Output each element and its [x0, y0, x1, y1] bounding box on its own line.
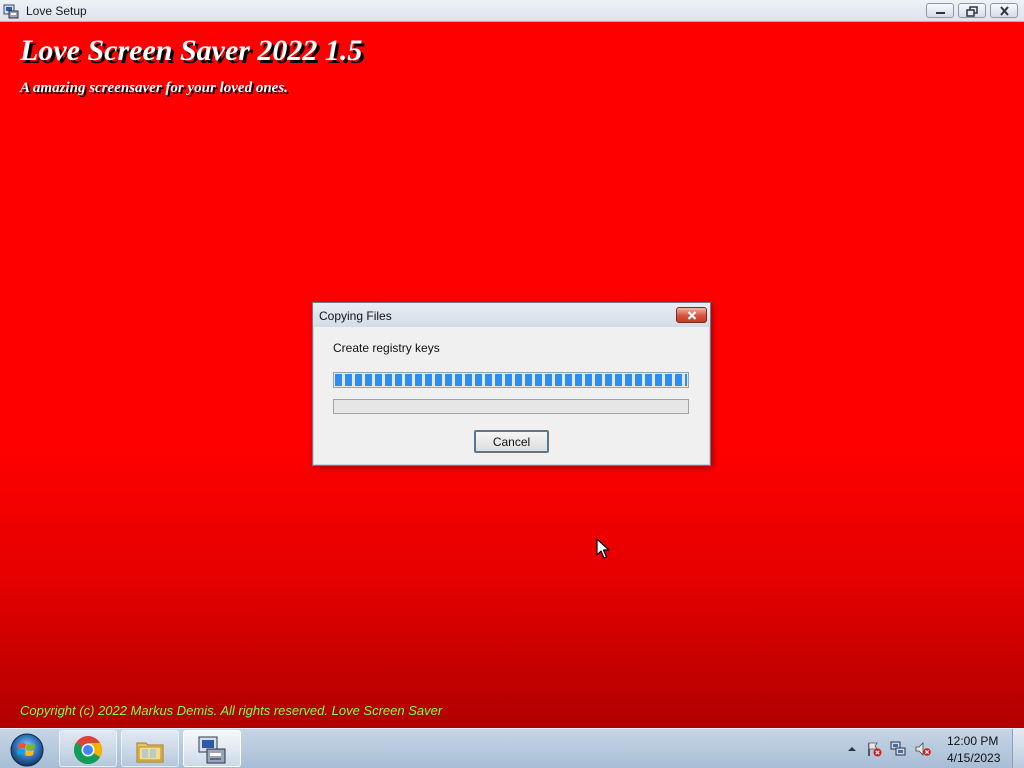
taskbar-explorer-button[interactable] — [121, 730, 179, 767]
mouse-cursor-icon — [596, 538, 610, 559]
restore-button[interactable] — [958, 3, 986, 18]
windows-start-icon — [10, 733, 44, 767]
action-center-flag-icon[interactable] — [866, 741, 882, 757]
system-tray: 12:00 PM 4/15/2023 — [840, 729, 1024, 768]
show-desktop-button[interactable] — [1012, 729, 1024, 768]
minimize-button[interactable] — [926, 3, 954, 18]
taskbar: 12:00 PM 4/15/2023 — [0, 728, 1024, 768]
show-hidden-icons-icon[interactable] — [844, 741, 860, 757]
network-icon[interactable] — [890, 741, 906, 757]
chrome-icon — [74, 736, 102, 764]
primary-progress-bar — [333, 372, 689, 388]
dialog-title: Copying Files — [319, 309, 392, 323]
installer-title: Love Screen Saver 2022 1.5 — [20, 34, 363, 67]
primary-progress-fill — [335, 374, 687, 386]
secondary-progress-bar — [333, 399, 689, 414]
copyright-text: Copyright (c) 2022 Markus Demis. All rig… — [20, 703, 443, 718]
dialog-body: Create registry keys Cancel — [314, 327, 709, 464]
restore-icon — [966, 6, 978, 17]
taskbar-setup-button[interactable] — [183, 730, 241, 767]
installer-subtitle: A amazing screensaver for your loved one… — [20, 80, 288, 96]
setup-icon — [3, 3, 19, 19]
volume-muted-icon[interactable] — [915, 741, 931, 757]
file-explorer-icon — [136, 742, 164, 763]
close-icon — [1000, 6, 1009, 16]
status-text: Create registry keys — [333, 341, 440, 355]
cancel-button[interactable]: Cancel — [474, 430, 549, 453]
close-icon — [687, 311, 697, 320]
desktop-screen: Love Setup Love Screen Saver 2022 1.5 A … — [0, 0, 1024, 768]
copying-files-dialog: Copying Files Create registry keys Cance… — [312, 302, 711, 466]
clock-time[interactable]: 12:00 PM — [947, 734, 998, 748]
window-title: Love Setup — [26, 4, 87, 18]
dialog-close-button[interactable] — [676, 307, 707, 323]
minimize-icon — [936, 12, 945, 14]
window-titlebar[interactable]: Love Setup — [0, 0, 1024, 22]
start-button[interactable] — [5, 731, 49, 767]
taskbar-chrome-button[interactable] — [59, 730, 117, 767]
dialog-titlebar[interactable]: Copying Files — [313, 303, 710, 327]
clock-date[interactable]: 4/15/2023 — [947, 751, 1000, 765]
setup-icon — [198, 736, 226, 764]
close-button[interactable] — [990, 3, 1018, 18]
